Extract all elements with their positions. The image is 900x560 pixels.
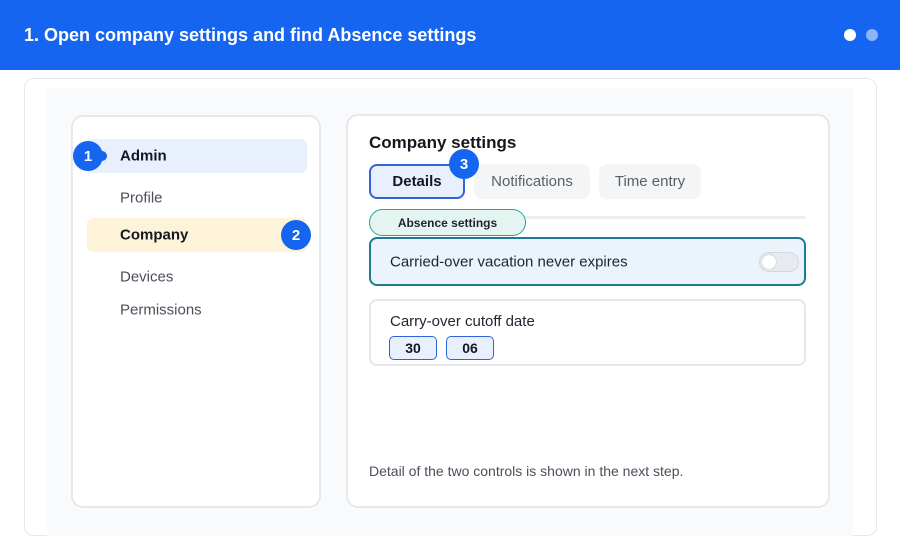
tab-notifications[interactable]: Notifications xyxy=(474,164,590,199)
cutoff-date-label: Carry-over cutoff date xyxy=(390,313,535,330)
step-badge-3: 3 xyxy=(449,149,479,179)
sidebar-item-label: Admin xyxy=(120,147,167,165)
cutoff-day-input[interactable]: 30 xyxy=(389,336,437,360)
step-banner: 1. Open company settings and find Absenc… xyxy=(0,0,900,70)
pager-dot-inactive[interactable] xyxy=(866,29,878,41)
toggle-label: Carried-over vacation never expires xyxy=(390,253,628,270)
absence-settings-section-label[interactable]: Absence settings xyxy=(369,209,526,236)
footnote: Detail of the two controls is shown in t… xyxy=(369,463,684,479)
sidebar-item-devices[interactable]: Devices xyxy=(87,260,307,294)
carry-over-cutoff-setting: Carry-over cutoff date 30 06 xyxy=(369,299,806,366)
sidebar-item-label: Devices xyxy=(120,268,174,286)
tab-time-entry[interactable]: Time entry xyxy=(599,164,701,199)
pager-dot-active[interactable] xyxy=(844,29,856,41)
sidebar-item-label: Profile xyxy=(120,189,163,207)
sidebar-item-permissions[interactable]: Permissions xyxy=(87,293,307,327)
sidebar-item-admin[interactable]: Admin xyxy=(87,139,307,173)
toggle-knob xyxy=(762,255,776,269)
sidebar-item-profile[interactable]: Profile xyxy=(87,181,307,215)
step-badge-2: 2 xyxy=(281,220,311,250)
sidebar-item-label: Permissions xyxy=(120,301,202,319)
step-title: 1. Open company settings and find Absenc… xyxy=(24,25,477,45)
carried-over-vacation-setting: Carried-over vacation never expires xyxy=(369,237,806,286)
never-expires-toggle[interactable] xyxy=(759,252,799,272)
sidebar-item-label: Company xyxy=(120,226,189,244)
sidebar-item-company[interactable]: Company xyxy=(87,218,307,252)
cutoff-month-input[interactable]: 06 xyxy=(446,336,494,360)
settings-sidebar: Admin Profile Company Devices Permission… xyxy=(71,115,321,508)
panel-title: Company settings xyxy=(369,133,517,152)
step-badge-1: 1 xyxy=(73,141,103,171)
